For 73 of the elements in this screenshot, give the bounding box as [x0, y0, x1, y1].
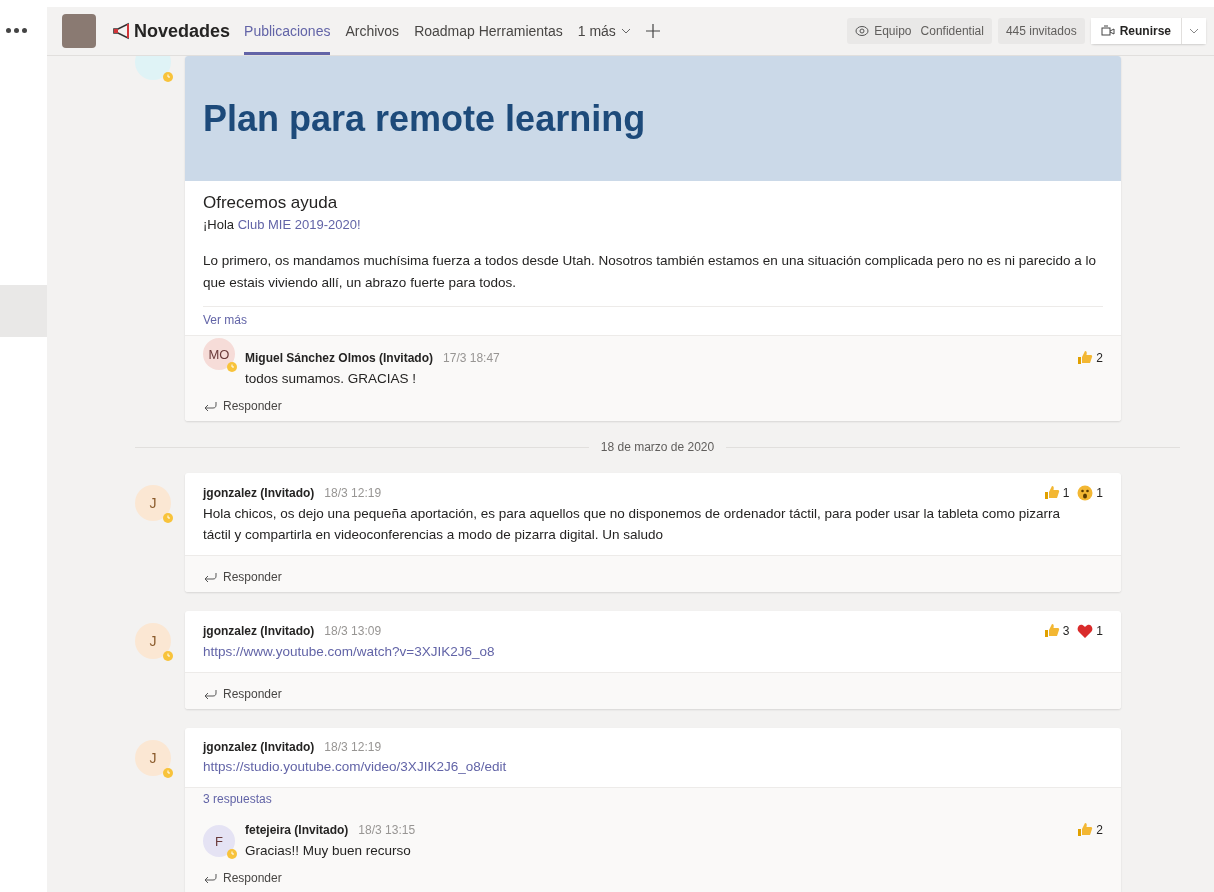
reaction[interactable]: 3: [1043, 623, 1070, 639]
reply-arrow-icon: [203, 873, 217, 883]
reaction[interactable]: 2: [1077, 350, 1103, 366]
post-text: Hola chicos, os dejo una pequeña aportación, es para aquellos que no disponemos de ordenador táctil, para poder usar la tableta como pizarra táctil y compartirla en videoconferencias a modo de pizarra digital. Un saludo: [203, 505, 1062, 544]
away-clock-icon: [227, 362, 237, 372]
author-name[interactable]: Miguel Sánchez Olmos (Invitado): [245, 351, 434, 365]
timestamp: 17/3 18:47: [443, 351, 500, 365]
avatar-initials: MO: [208, 346, 230, 362]
chevron-down-icon: [620, 28, 631, 34]
reaction[interactable]: 1: [1077, 485, 1103, 501]
avatar-initials: J: [149, 495, 157, 511]
meet-dropdown-button[interactable]: [1181, 18, 1206, 44]
reaction[interactable]: 2: [1077, 822, 1103, 838]
channel-tab[interactable]: Archivos: [345, 7, 400, 55]
away-clock-icon: [163, 768, 173, 778]
thumbs-up-icon: [1077, 822, 1094, 838]
user-avatar[interactable]: J: [135, 623, 171, 659]
reply-arrow-icon: [203, 689, 217, 699]
reply-text: Gracias!! Muy buen recurso: [245, 842, 412, 860]
url-link[interactable]: https://studio.youtube.com/video/3XJIK2J6_o8/edit: [203, 759, 507, 774]
add-icon: [645, 24, 660, 38]
reply-text: todos sumamos. GRACIAS !: [245, 370, 418, 388]
away-clock-icon: [227, 849, 237, 859]
post-text: Lo primero, os mandamos muchísima fuerza a todos desde Utah. Nosotros también estamos en una situación complicada pero no es ni parecido a lo que estais viviendo allí, un abrazo fuerte para todos.: [203, 252, 1097, 292]
banner-title: Plan para remote learning: [203, 97, 646, 140]
thumbs-up-icon: [1043, 485, 1060, 501]
reaction[interactable]: 1: [1077, 623, 1103, 639]
timestamp: 18/3 12:19: [324, 486, 382, 500]
author-name[interactable]: jgonzalez (Invitado): [203, 624, 315, 638]
reply-arrow-icon: [203, 401, 217, 411]
megaphone-icon: [112, 22, 132, 40]
thumbs-up-icon: [1077, 350, 1094, 366]
user-avatar[interactable]: F: [203, 825, 235, 857]
timestamp: 18/3 13:15: [358, 823, 416, 837]
eye-icon: [855, 25, 870, 37]
date-separator: 18 de marzo de 2020: [600, 440, 715, 454]
timestamp: 18/3 13:09: [324, 624, 382, 638]
greeting-text: ¡Hola Club MIE 2019-2020!: [203, 217, 362, 232]
surprised-face-icon: [1077, 485, 1094, 501]
user-avatar[interactable]: MO: [203, 338, 235, 370]
timestamp: 18/3 12:19: [324, 740, 382, 754]
channel-tab[interactable]: 1 más: [577, 7, 631, 55]
mention-link[interactable]: Club MIE 2019-2020!: [237, 217, 361, 232]
post-subject: Ofrecemos ayuda: [203, 193, 339, 213]
author-name[interactable]: jgonzalez (Invitado): [203, 740, 315, 754]
reply-button[interactable]: Responder: [203, 871, 282, 885]
author-name[interactable]: fetejeira (Invitado): [245, 823, 349, 837]
away-clock-icon: [163, 72, 173, 82]
video-camera-icon: [1100, 25, 1115, 37]
user-avatar[interactable]: J: [135, 740, 171, 776]
user-avatar[interactable]: J: [135, 485, 171, 521]
team-photo-placeholder[interactable]: [62, 14, 96, 48]
reply-button[interactable]: Responder: [203, 687, 282, 701]
reply-arrow-icon: [203, 572, 217, 582]
avatar-initials: J: [149, 750, 157, 766]
team-info-pill[interactable]: Equipo Confidential: [847, 18, 992, 44]
reply-button[interactable]: Responder: [203, 570, 282, 584]
guests-count[interactable]: 445 invitados: [997, 18, 1085, 44]
heart-icon: [1077, 623, 1094, 639]
channel-title: Novedades: [134, 20, 231, 42]
reply-button[interactable]: Responder: [203, 399, 282, 413]
channel-tab[interactable]: Roadmap Herramientas: [414, 7, 563, 55]
avatar-initials: F: [215, 833, 223, 849]
chevron-down-icon: [1189, 28, 1199, 34]
url-link[interactable]: https://www.youtube.com/watch?v=3XJIK2J6_o8: [203, 644, 495, 659]
thumbs-up-icon: [1043, 623, 1060, 639]
away-clock-icon: [163, 651, 173, 661]
meet-button[interactable]: Reunirse: [1090, 18, 1181, 44]
replies-count-link[interactable]: 3 respuestas: [203, 792, 1103, 806]
author-name[interactable]: jgonzalez (Invitado): [203, 486, 315, 500]
away-clock-icon: [163, 513, 173, 523]
reaction[interactable]: 1: [1043, 485, 1070, 501]
avatar-initials: J: [149, 633, 157, 649]
